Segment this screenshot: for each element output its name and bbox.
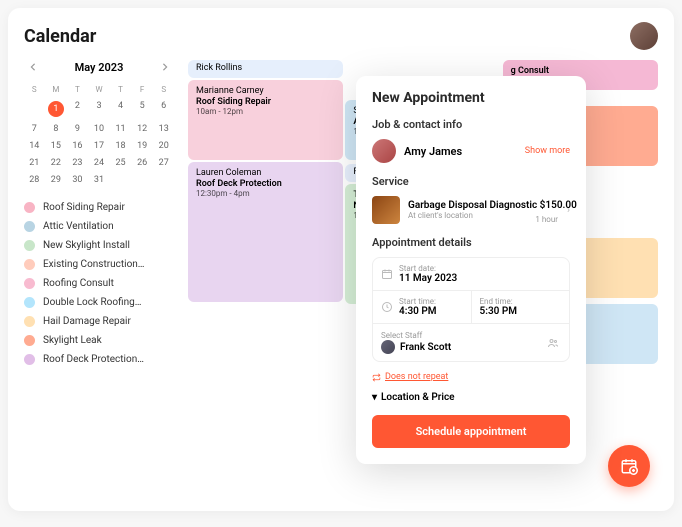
start-time-field[interactable]: Start time: 4:30 PM	[373, 291, 472, 323]
legend: Roof Siding Repair Attic Ventilation New S…	[24, 202, 174, 365]
mini-cal-day[interactable]: 6	[153, 98, 174, 120]
section-service-label: Service	[372, 175, 570, 188]
mini-cal-day[interactable]: 23	[67, 155, 88, 171]
calendar-icon	[381, 268, 393, 280]
staff-avatar	[381, 340, 395, 354]
staff-select[interactable]: Select Staff Frank Scott	[373, 324, 569, 361]
legend-item[interactable]: Attic Ventilation	[24, 221, 174, 232]
legend-dot	[24, 335, 35, 346]
legend-dot	[24, 240, 35, 251]
month-label: May 2023	[75, 61, 124, 74]
legend-dot	[24, 202, 35, 213]
legend-item[interactable]: Roof Deck Protection…	[24, 354, 174, 365]
location-price-toggle[interactable]: ▾ Location & Price	[372, 392, 570, 403]
mini-cal-day[interactable]: 10	[89, 121, 110, 137]
section-details-label: Appointment details	[372, 236, 570, 249]
mini-cal-day[interactable]: 21	[24, 155, 45, 171]
section-contact-label: Job & contact info	[372, 118, 570, 131]
calendar-event[interactable]: Lauren ColemanRoof Deck Protection12:30p…	[188, 162, 343, 302]
page-title: Calendar	[24, 26, 96, 47]
mini-cal-day[interactable]: 15	[46, 138, 67, 154]
legend-dot	[24, 297, 35, 308]
legend-dot	[24, 259, 35, 270]
caret-down-icon: ▾	[372, 392, 377, 403]
mini-cal-day[interactable]: 4	[110, 98, 131, 120]
mini-cal-day	[132, 172, 153, 188]
user-avatar[interactable]	[630, 22, 658, 50]
repeat-icon	[372, 373, 381, 382]
service-row[interactable]: Garbage Disposal Diagnostic $150.00 At c…	[372, 196, 570, 224]
mini-cal-day[interactable]: 5	[132, 98, 153, 120]
mini-cal-day[interactable]: 12	[132, 121, 153, 137]
mini-cal-day[interactable]: 13	[153, 121, 174, 137]
mini-cal-day[interactable]: 22	[46, 155, 67, 171]
next-month-icon[interactable]	[158, 60, 172, 74]
mini-cal-day[interactable]: 20	[153, 138, 174, 154]
mini-cal-day[interactable]: 18	[110, 138, 131, 154]
mini-cal-day	[110, 172, 131, 188]
start-date-field[interactable]: Start date: 11 May 2023	[373, 258, 569, 290]
end-time-field[interactable]: End time: 5:30 PM	[472, 291, 570, 323]
mini-calendar[interactable]: SMTWTFS123456789101112131415161718192021…	[24, 82, 174, 188]
schedule-button[interactable]: Schedule appointment	[372, 415, 570, 448]
mini-cal-day[interactable]: 19	[132, 138, 153, 154]
legend-item[interactable]: Double Lock Roofing…	[24, 297, 174, 308]
new-appointment-modal: New Appointment Job & contact info Amy J…	[356, 76, 586, 464]
people-icon	[545, 337, 561, 349]
legend-dot	[24, 354, 35, 365]
mini-cal-day[interactable]: 27	[153, 155, 174, 171]
mini-cal-day[interactable]: 11	[110, 121, 131, 137]
legend-item[interactable]: Roof Siding Repair	[24, 202, 174, 213]
legend-item[interactable]: New Skylight Install	[24, 240, 174, 251]
clock-icon	[381, 301, 393, 313]
legend-item[interactable]: Existing Construction…	[24, 259, 174, 270]
mini-cal-day[interactable]: 7	[24, 121, 45, 137]
legend-dot	[24, 316, 35, 327]
legend-item[interactable]: Roofing Consult	[24, 278, 174, 289]
legend-dot	[24, 278, 35, 289]
mini-cal-day[interactable]: 25	[110, 155, 131, 171]
service-duration: 1 hour	[535, 215, 558, 224]
mini-cal-day[interactable]: 3	[89, 98, 110, 120]
contact-name: Amy James	[404, 145, 517, 158]
mini-cal-day[interactable]: 28	[24, 172, 45, 188]
legend-item[interactable]: Skylight Leak	[24, 335, 174, 346]
legend-dot	[24, 221, 35, 232]
chevron-right-icon: ›	[567, 205, 570, 216]
service-title: Garbage Disposal Diagnostic $150.00	[408, 200, 559, 211]
mini-cal-day[interactable]: 16	[67, 138, 88, 154]
mini-cal-day[interactable]: 8	[46, 121, 67, 137]
mini-cal-day[interactable]: 29	[46, 172, 67, 188]
add-appointment-fab[interactable]	[608, 445, 650, 487]
mini-cal-day[interactable]: 30	[67, 172, 88, 188]
legend-item[interactable]: Hail Damage Repair	[24, 316, 174, 327]
mini-cal-day[interactable]: 17	[89, 138, 110, 154]
staff-band[interactable]: Rick Rollins	[188, 60, 343, 78]
mini-cal-day	[153, 172, 174, 188]
mini-cal-day[interactable]: 1	[46, 98, 67, 120]
calendar-event[interactable]: Marianne CarneyRoof Siding Repair10am - …	[188, 80, 343, 160]
mini-cal-day[interactable]: 2	[67, 98, 88, 120]
service-image	[372, 196, 400, 224]
mini-cal-day[interactable]: 9	[67, 121, 88, 137]
repeat-link[interactable]: Does not repeat	[372, 372, 570, 382]
mini-cal-day[interactable]: 14	[24, 138, 45, 154]
prev-month-icon[interactable]	[26, 60, 40, 74]
modal-title: New Appointment	[372, 90, 570, 106]
mini-cal-day[interactable]: 31	[89, 172, 110, 188]
mini-cal-day[interactable]: 24	[89, 155, 110, 171]
contact-avatar	[372, 139, 396, 163]
sidebar: May 2023 SMTWTFS123456789101112131415161…	[24, 60, 174, 500]
mini-cal-day	[24, 98, 45, 120]
show-more-link[interactable]: Show more	[525, 146, 570, 156]
mini-cal-day[interactable]: 26	[132, 155, 153, 171]
